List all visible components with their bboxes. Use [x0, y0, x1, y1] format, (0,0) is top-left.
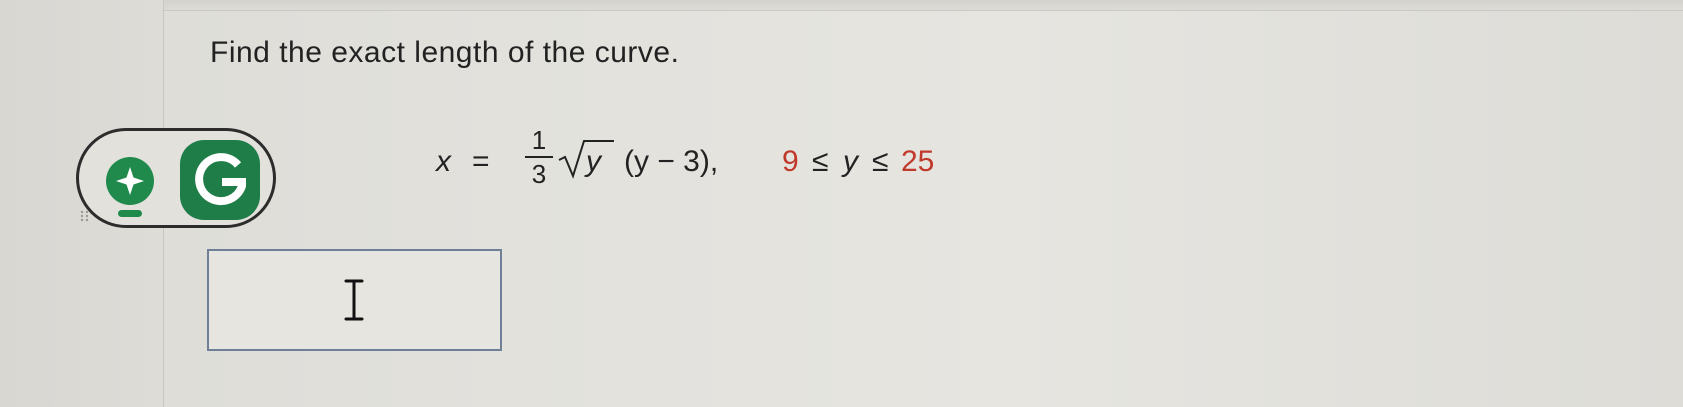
- lightbulb-sparkle-icon[interactable]: [100, 155, 160, 225]
- range-variable: y: [843, 145, 858, 178]
- equation-equals: =: [472, 145, 490, 178]
- question-prompt: Find the exact length of the curve.: [210, 36, 680, 69]
- equation-x: x: [436, 145, 451, 178]
- g-logo-icon[interactable]: [180, 140, 260, 220]
- range-le-right: ≤: [872, 145, 889, 178]
- fraction: 1 3: [525, 125, 553, 189]
- range-le-left: ≤: [812, 145, 829, 178]
- drag-handle-icon[interactable]: [79, 210, 91, 224]
- range-upper: 25: [901, 145, 935, 178]
- equation-factor: (y − 3),: [624, 145, 719, 178]
- radicand-y: y: [586, 145, 601, 178]
- fraction-bar: [525, 156, 553, 158]
- top-strip: [0, 0, 1683, 11]
- fraction-denominator: 3: [531, 159, 547, 189]
- text-cursor-icon: [344, 279, 364, 321]
- fraction-numerator: 1: [531, 125, 547, 155]
- range-lower: 9: [782, 145, 799, 178]
